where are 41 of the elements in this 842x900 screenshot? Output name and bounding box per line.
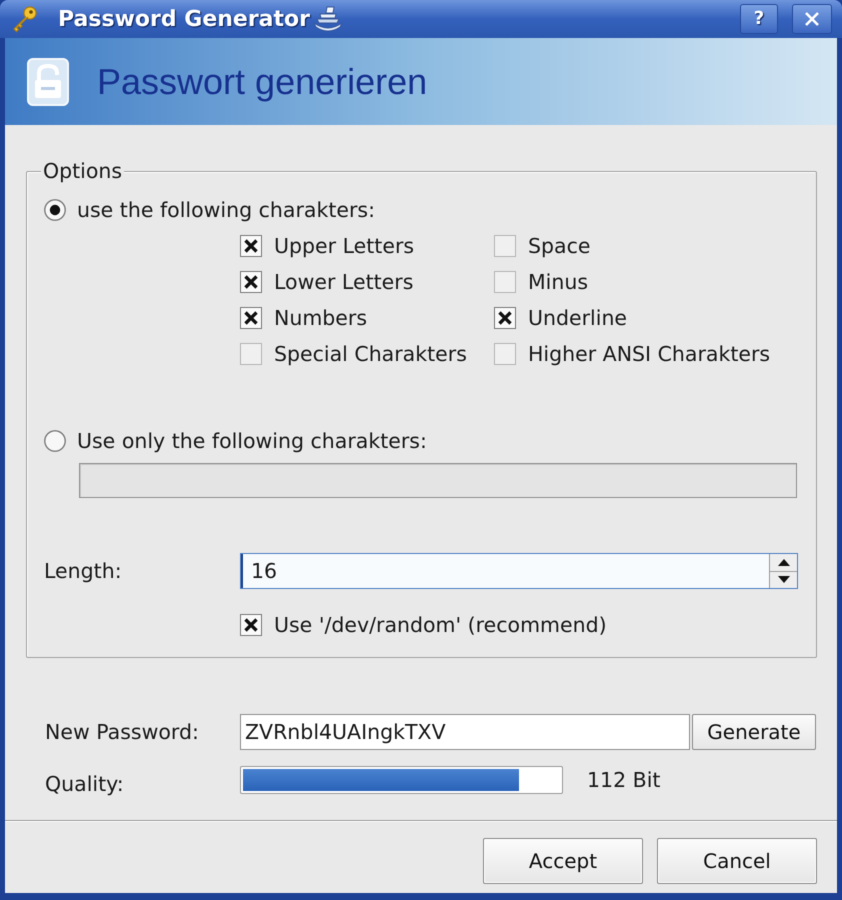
checkbox-label[interactable]: Higher ANSI Charakters — [528, 338, 770, 370]
checkbox[interactable] — [240, 307, 262, 329]
checkbox-label[interactable]: Upper Letters — [274, 230, 414, 262]
radio-label[interactable]: Use only the following charakters: — [77, 426, 427, 456]
caret-up-icon — [778, 558, 790, 566]
checkbox-label[interactable]: Special Charakters — [274, 338, 467, 370]
checkbox-label[interactable]: Underline — [528, 302, 628, 334]
checkbox[interactable] — [494, 343, 516, 365]
quality-reading: 112 Bit — [587, 766, 660, 794]
password-value: ZVRnbl4UAIngkTXV — [245, 718, 446, 746]
window-title: Password Generator — [58, 6, 310, 34]
spin-down-button[interactable] — [770, 572, 797, 588]
checkbox[interactable] — [240, 614, 262, 636]
quality-label: Quality: — [45, 770, 125, 798]
checkbox[interactable] — [494, 235, 516, 257]
generate-button[interactable]: Generate — [692, 714, 816, 750]
checkbox-label[interactable]: Lower Letters — [274, 266, 414, 298]
checkbox-label[interactable]: Space — [528, 230, 590, 262]
boat-icon — [312, 5, 344, 33]
header-title: Passwort generieren — [97, 60, 428, 104]
dialog-button[interactable]: Cancel — [657, 838, 817, 884]
caret-down-icon — [778, 576, 790, 584]
checkbox[interactable] — [494, 271, 516, 293]
checkbox-label[interactable]: Numbers — [274, 302, 368, 334]
close-icon — [804, 11, 820, 27]
dialog-button[interactable]: Accept — [483, 838, 643, 884]
password-field[interactable]: ZVRnbl4UAIngkTXV — [240, 714, 690, 750]
checkbox[interactable] — [240, 271, 262, 293]
length-label: Length: — [44, 558, 123, 585]
spin-up-button[interactable] — [770, 554, 797, 572]
lock-icon — [27, 58, 69, 106]
checkbox[interactable] — [240, 235, 262, 257]
radio-button[interactable] — [44, 430, 66, 452]
radio-button[interactable] — [44, 199, 66, 221]
checkbox[interactable] — [240, 343, 262, 365]
close-button[interactable] — [792, 4, 832, 34]
password-label: New Password: — [45, 718, 200, 746]
radio-label[interactable]: use the following charakters: — [77, 194, 375, 226]
checkbox-label[interactable]: Minus — [528, 266, 588, 298]
checkbox-label[interactable]: Use '/dev/random' (recommend) — [274, 610, 607, 640]
checkbox[interactable] — [494, 307, 516, 329]
